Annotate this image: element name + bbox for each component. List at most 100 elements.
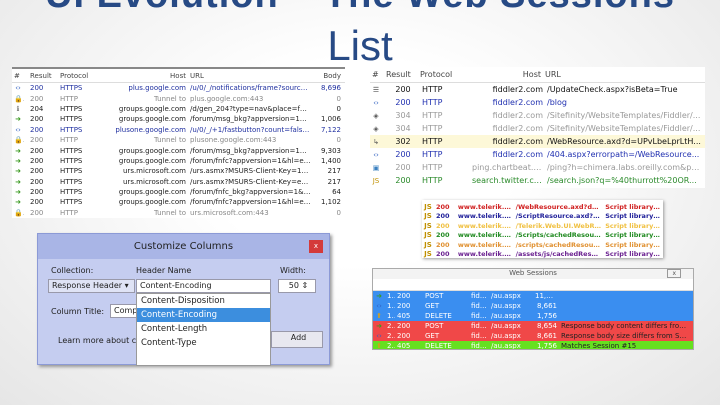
table-row[interactable]: ➜ 11200 POST fid... /au.aspx 11,004 [373, 291, 693, 301]
column-header[interactable]: Body [533, 281, 559, 289]
lock-icon: 🔒 [14, 94, 23, 103]
cell: fid... [471, 302, 487, 310]
column-header[interactable]: URL [543, 70, 703, 79]
width-spinner[interactable]: 50 ⇕ [278, 279, 316, 293]
cell: plusone.google.com [115, 125, 186, 134]
column-header[interactable]: Result [395, 281, 423, 289]
learn-more-link[interactable]: Learn more about cust [58, 336, 149, 345]
table-row[interactable]: JS 200 www.telerik.com/Scripts/cachedResou… [422, 231, 663, 241]
table-row[interactable]: ↳ 302 HTTP fiddler2.com/WebResource.axd?d=U… [370, 135, 705, 148]
document-icon: ☰ [372, 85, 380, 94]
table-row[interactable]: ‹› 200 HTTP fiddler2.com/blog [370, 96, 705, 109]
table-row[interactable]: ‹› 13200 GET fid... /au.aspx 8,661 [373, 301, 693, 311]
cell: /ping?h=chimera.labs.oreilly.com&p=... [547, 163, 705, 172]
column-header[interactable]: Host [98, 72, 188, 80]
cell: /404.aspx?errorpath=/WebResource... [547, 150, 700, 159]
table-row[interactable]: JS 200 HTTP search.twitter.com/search.json?… [370, 174, 705, 187]
cell: groups.google.com [118, 115, 186, 124]
table-row[interactable]: JS 200 www.telerik.com/ScriptResource.axd?… [422, 212, 663, 222]
dropdown-option[interactable]: Content-Encoding [137, 308, 270, 322]
column-header[interactable]: URL [188, 72, 313, 80]
cell: 304 [395, 124, 411, 133]
cell: 11,004 [535, 292, 559, 300]
cell: 200 [30, 125, 44, 134]
cell: groups.google.com [118, 156, 186, 165]
add-button[interactable]: Add [271, 331, 323, 348]
table-row[interactable]: ▣ 200 HTTP ping.chartbeat.net/ping?h=chimer… [370, 161, 705, 174]
table-row[interactable]: ➜ 200 HTTPS urs.microsoft.com/urs.asmx?MSUR… [12, 177, 345, 187]
table-row[interactable]: ‹› 21200 GET fid... /au.aspx 8,661 Response bo… [373, 331, 693, 341]
cell: 1,756 [536, 342, 557, 350]
cell: 200 [30, 156, 44, 165]
cell: 200 [395, 163, 411, 172]
cell: HTTP [422, 137, 443, 146]
table-row[interactable]: ➜ 200 HTTPS groups.google.com/forum/fnfc?ap… [12, 197, 345, 207]
table-row[interactable]: 🔒 200 HTTP Tunnel to plusone.google.com:443 0 [12, 135, 345, 145]
cell: Tunnel to [153, 136, 186, 145]
cell: 200 [395, 98, 411, 107]
column-header-row: # Result Protocol Host URL [370, 67, 705, 83]
cell: 9,303 [320, 146, 341, 155]
column-header[interactable]: Result [384, 70, 418, 79]
arrow-icon: ➜ [15, 177, 21, 186]
table-row[interactable]: ☰ 200 HTTP fiddler2.com/UpdateCheck.aspx?is… [370, 83, 705, 96]
table-row[interactable]: ◈ 304 HTTP fiddler2.com/Sitefinity/WebsiteT… [370, 122, 705, 135]
cell: groups.google.com [118, 146, 186, 155]
column-header[interactable]: # [370, 70, 384, 79]
cell: /WebResource.axd?d=-_VW... [515, 202, 604, 211]
column-header[interactable]: # [373, 281, 395, 289]
cell: Matches Session #15 [561, 342, 637, 350]
table-row[interactable]: ‹› 200 HTTPS plusone.google.com/u/0/_/+1/fa… [12, 125, 345, 135]
column-header[interactable]: Comments [559, 281, 689, 289]
column-header[interactable]: HTTPMethod [423, 281, 469, 289]
cell: HTTPS [60, 104, 83, 113]
table-row[interactable]: ➜ 200 HTTPS groups.google.com/forum/fnfc_bk… [12, 187, 345, 197]
column-header[interactable]: Host [468, 70, 543, 79]
column-header[interactable]: Host [469, 281, 489, 289]
column-header[interactable]: URL [489, 281, 533, 289]
cell: Tunnel to [153, 94, 186, 103]
cell: HTTPS [60, 156, 83, 165]
table-row[interactable]: ⬆ 15405 DELETE fid... /au.aspx 1,756 [373, 311, 693, 321]
table-row[interactable]: 🔒 200 HTTP Tunnel to plus.google.com:443 0 [12, 93, 345, 103]
column-title-label: Column Title: [51, 307, 105, 316]
table-row[interactable]: JS 200 www.telerik.com/assets/js/cachedRes… [422, 250, 663, 258]
code-icon: ‹› [376, 332, 382, 340]
table-row[interactable]: ‹› 200 HTTPS plus.google.com/u/0/_/notifica… [12, 83, 345, 93]
dropdown-option[interactable]: Content-Length [137, 322, 270, 336]
header-name-input[interactable]: Content-Encoding [136, 279, 271, 293]
cell: 200 [30, 146, 44, 155]
cell: 204 [30, 104, 44, 113]
table-row[interactable]: ➜ 200 HTTPS groups.google.com/forum/msg_bkg… [12, 114, 345, 124]
column-header[interactable]: # [12, 72, 28, 80]
column-header[interactable]: Protocol [58, 72, 98, 80]
table-row[interactable]: ⬆ 22405 DELETE fid... /au.aspx 1,756 Matches S… [373, 341, 693, 350]
close-button[interactable]: x [667, 269, 681, 278]
table-row[interactable]: ➜ 20200 POST fid... /au.aspx 8,654 Response bo… [373, 321, 693, 331]
table-row[interactable]: ◈ 304 HTTP fiddler2.com/Sitefinity/WebsiteT… [370, 109, 705, 122]
table-row[interactable]: ➜ 200 HTTPS urs.microsoft.com/urs.asmx?MSUR… [12, 166, 345, 176]
table-row[interactable]: ℹ 204 HTTPS groups.google.com/d/gen_204?typ… [12, 104, 345, 114]
info-icon: ℹ [16, 104, 20, 113]
cell: Script library v1 [605, 240, 663, 249]
column-header[interactable]: Body [313, 72, 343, 80]
table-row[interactable]: ➜ 200 HTTPS groups.google.com/forum/msg_bkg… [12, 145, 345, 155]
table-row[interactable]: JS 200 www.telerik.com/WebResource.axd?d=-… [422, 202, 663, 212]
cell: HTTP [422, 98, 443, 107]
cell: HTTPS [60, 188, 83, 197]
dropdown-option[interactable]: Content-Disposition [137, 294, 270, 308]
table-row[interactable]: JS 200 www.telerik.com/Telerik.Web.UI.WebR… [422, 221, 663, 231]
table-row[interactable]: JS 200 www.telerik.com/scripts/cachedResou… [422, 240, 663, 250]
cell: 200 [435, 231, 450, 240]
column-header[interactable]: Result [28, 72, 58, 80]
cell: 1,006 [320, 115, 341, 124]
table-row[interactable]: ‹› 200 HTTP fiddler2.com/404.aspx?errorpath… [370, 148, 705, 161]
dropdown-option[interactable]: Content-Type [137, 336, 270, 350]
column-header[interactable]: Protocol [418, 70, 468, 79]
table-row[interactable]: ➜ 200 HTTPS groups.google.com/forum/fnfc?ap… [12, 156, 345, 166]
collection-select[interactable]: Response Header ▾ [48, 279, 135, 293]
table-row[interactable]: 🔒 200 HTTP Tunnel to urs.microsoft.com:443 0 [12, 208, 345, 218]
close-button[interactable]: x [309, 240, 323, 253]
cell: groups.google.com [118, 198, 186, 207]
collection-value: Response Header [52, 281, 123, 290]
